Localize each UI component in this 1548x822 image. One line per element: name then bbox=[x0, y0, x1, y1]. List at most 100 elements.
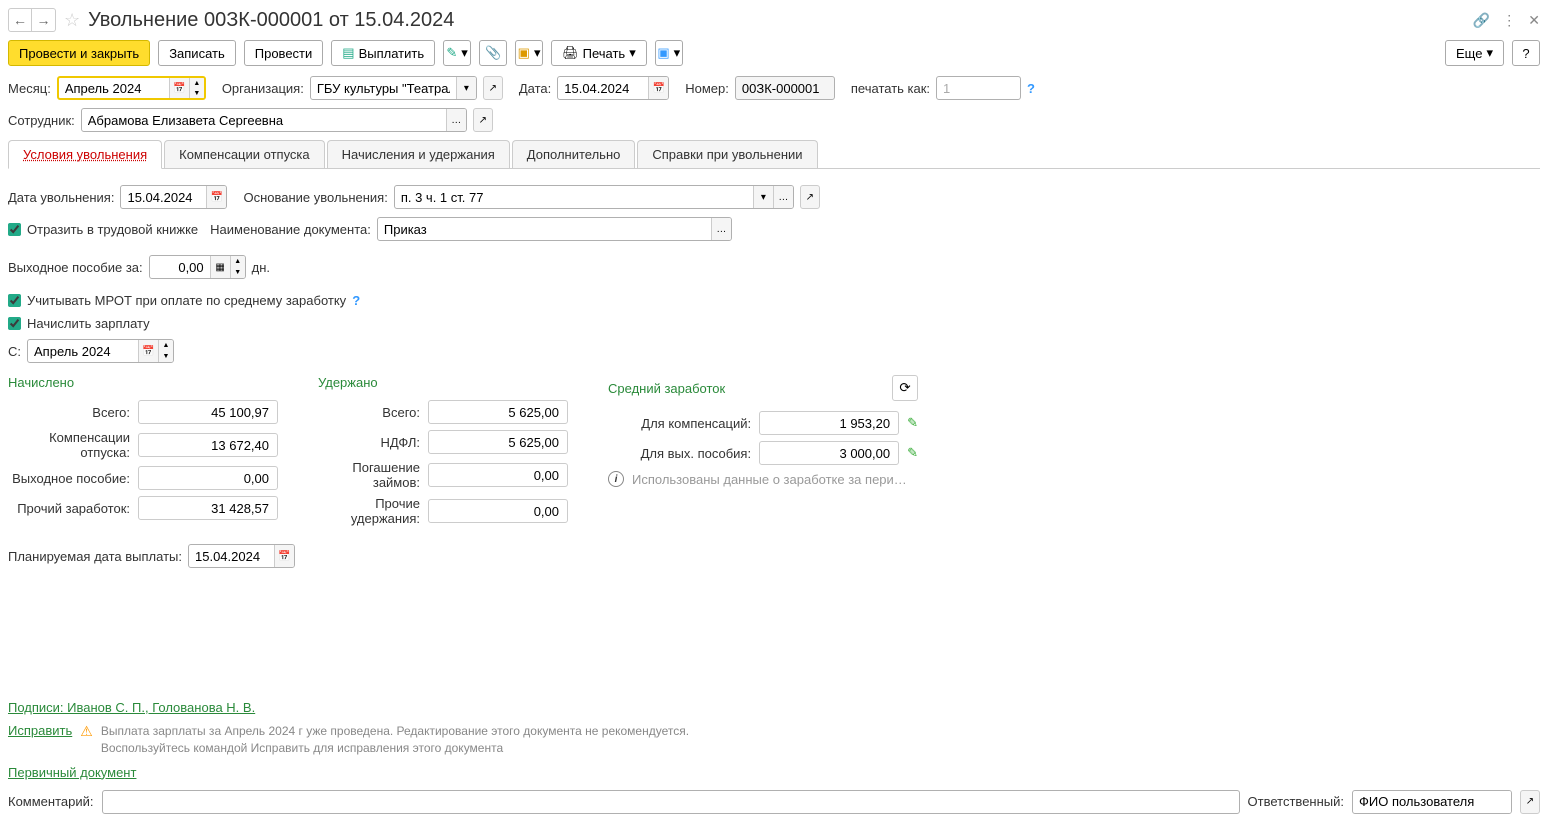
calendar-icon[interactable]: 📅 bbox=[138, 340, 158, 362]
sev-down[interactable]: ▼ bbox=[231, 267, 245, 278]
kebab-icon[interactable]: ⋮ bbox=[1502, 12, 1516, 29]
favorite-icon[interactable]: ☆ bbox=[64, 10, 80, 31]
date-input[interactable] bbox=[558, 77, 648, 99]
reason-label: Основание увольнения: bbox=[243, 190, 387, 205]
tab-accruals[interactable]: Начисления и удержания bbox=[327, 140, 510, 168]
month-input[interactable] bbox=[59, 78, 169, 98]
primary-doc-link[interactable]: Первичный документ bbox=[8, 765, 136, 780]
withheld-other bbox=[428, 499, 568, 523]
calc-icon[interactable]: ▦ bbox=[210, 256, 230, 278]
help-icon[interactable]: ? bbox=[352, 293, 360, 308]
post-button[interactable]: Провести bbox=[244, 40, 324, 66]
pay-label: Выплатить bbox=[359, 46, 425, 61]
pay-button[interactable]: ▤Выплатить bbox=[331, 40, 435, 66]
withheld-header: Удержано bbox=[318, 375, 568, 390]
withheld-ndfl bbox=[428, 430, 568, 454]
print-as-input[interactable] bbox=[936, 76, 1021, 100]
org-open-button[interactable]: ↗ bbox=[483, 76, 503, 100]
reason-open-button[interactable]: ↗ bbox=[800, 185, 820, 209]
info-text: Использованы данные о заработке за пери… bbox=[632, 472, 907, 487]
docname-select[interactable]: … bbox=[711, 218, 731, 240]
attach-button[interactable]: 📎 bbox=[479, 40, 507, 66]
dismissal-date-label: Дата увольнения: bbox=[8, 190, 114, 205]
avg-comp[interactable] bbox=[759, 411, 899, 435]
month-up[interactable]: ▲ bbox=[190, 78, 204, 88]
workbook-label: Отразить в трудовой книжке bbox=[27, 222, 198, 237]
date-label: Дата: bbox=[519, 81, 551, 96]
sev-up[interactable]: ▲ bbox=[231, 256, 245, 267]
folder-button[interactable]: ▣▾ bbox=[515, 40, 543, 66]
dismissal-date-input[interactable] bbox=[121, 186, 206, 208]
reason-select[interactable]: … bbox=[773, 186, 793, 208]
average-header: Средний заработок bbox=[608, 381, 725, 396]
accrued-other bbox=[138, 496, 278, 520]
planned-payment-input[interactable] bbox=[189, 545, 274, 567]
tab-certificates[interactable]: Справки при увольнении bbox=[637, 140, 817, 168]
info-icon[interactable]: i bbox=[608, 471, 624, 487]
employee-select[interactable]: … bbox=[446, 109, 466, 131]
forward-button[interactable]: → bbox=[32, 8, 56, 32]
responsible-label: Ответственный: bbox=[1248, 794, 1344, 809]
number-input bbox=[735, 76, 835, 100]
loan-label: Погашение займов: bbox=[318, 460, 420, 490]
reason-dropdown[interactable]: ▾ bbox=[753, 186, 773, 208]
severance-label: Выходное пособие за: bbox=[8, 260, 143, 275]
calendar-icon[interactable]: 📅 bbox=[274, 545, 294, 567]
docname-label: Наименование документа: bbox=[210, 222, 371, 237]
employee-input[interactable] bbox=[82, 109, 446, 131]
help-icon[interactable]: ? bbox=[1027, 81, 1035, 96]
edit-icon[interactable]: ✎ bbox=[907, 415, 918, 431]
help-button[interactable]: ? bbox=[1512, 40, 1540, 66]
save-button[interactable]: Записать bbox=[158, 40, 236, 66]
calendar-icon[interactable]: 📅 bbox=[169, 78, 189, 98]
mrot-checkbox[interactable] bbox=[8, 294, 21, 307]
refresh-button[interactable]: ⟳ bbox=[892, 375, 918, 401]
page-title: Увольнение 00ЗК-000001 от 15.04.2024 bbox=[88, 9, 1473, 32]
warning-icon: ⚠ bbox=[80, 723, 93, 740]
link-icon[interactable]: 🔗 bbox=[1473, 12, 1490, 29]
accrue-checkbox[interactable] bbox=[8, 317, 21, 330]
other-label: Прочий заработок: bbox=[17, 501, 130, 516]
org-input[interactable] bbox=[311, 77, 456, 99]
responsible-input[interactable] bbox=[1353, 791, 1512, 813]
employee-open-button[interactable]: ↗ bbox=[473, 108, 493, 132]
more-label: Еще bbox=[1456, 46, 1482, 61]
withheld-loan bbox=[428, 463, 568, 487]
calendar-icon[interactable]: 📅 bbox=[648, 77, 668, 99]
from-input[interactable] bbox=[28, 340, 138, 362]
docname-input[interactable] bbox=[378, 218, 711, 240]
severance-unit: дн. bbox=[252, 260, 270, 275]
severance-input[interactable] bbox=[150, 256, 210, 278]
workbook-checkbox[interactable] bbox=[8, 223, 21, 236]
print-button[interactable]: 🖨 Печать ▾ bbox=[551, 40, 647, 66]
tab-vacation-comp[interactable]: Компенсации отпуска bbox=[164, 140, 325, 168]
fix-link[interactable]: Исправить bbox=[8, 723, 72, 738]
post-and-close-button[interactable]: Провести и закрыть bbox=[8, 40, 150, 66]
number-label: Номер: bbox=[685, 81, 729, 96]
month-down[interactable]: ▼ bbox=[190, 88, 204, 98]
extra-button[interactable]: ▣▾ bbox=[655, 40, 683, 66]
reason-input[interactable] bbox=[395, 186, 753, 208]
tab-additional[interactable]: Дополнительно bbox=[512, 140, 636, 168]
print-as-label: печатать как: bbox=[851, 81, 930, 96]
tab-conditions[interactable]: Условия увольнения bbox=[8, 140, 162, 169]
sev-label: Для вых. пособия: bbox=[641, 446, 752, 461]
signatures-link[interactable]: Подписи: Иванов С. П., Голованова Н. В. bbox=[8, 700, 255, 715]
from-up[interactable]: ▲ bbox=[159, 340, 173, 351]
avg-severance[interactable] bbox=[759, 441, 899, 465]
accrued-vacation bbox=[138, 433, 278, 457]
close-icon[interactable]: ✕ bbox=[1528, 12, 1540, 29]
more-button[interactable]: Еще ▾ bbox=[1445, 40, 1504, 66]
org-dropdown[interactable]: ▾ bbox=[456, 77, 476, 99]
accrued-total bbox=[138, 400, 278, 424]
edit-icon[interactable]: ✎ bbox=[907, 445, 918, 461]
mrot-label: Учитывать МРОТ при оплате по среднему за… bbox=[27, 293, 346, 308]
from-down[interactable]: ▼ bbox=[159, 351, 173, 362]
other-label: Прочие удержания: bbox=[318, 496, 420, 526]
create-based-on-button[interactable]: ✎▾ bbox=[443, 40, 471, 66]
from-label: С: bbox=[8, 344, 21, 359]
calendar-icon[interactable]: 📅 bbox=[206, 186, 226, 208]
month-label: Месяц: bbox=[8, 81, 51, 96]
back-button[interactable]: ← bbox=[8, 8, 32, 32]
print-label: Печать bbox=[583, 46, 626, 61]
